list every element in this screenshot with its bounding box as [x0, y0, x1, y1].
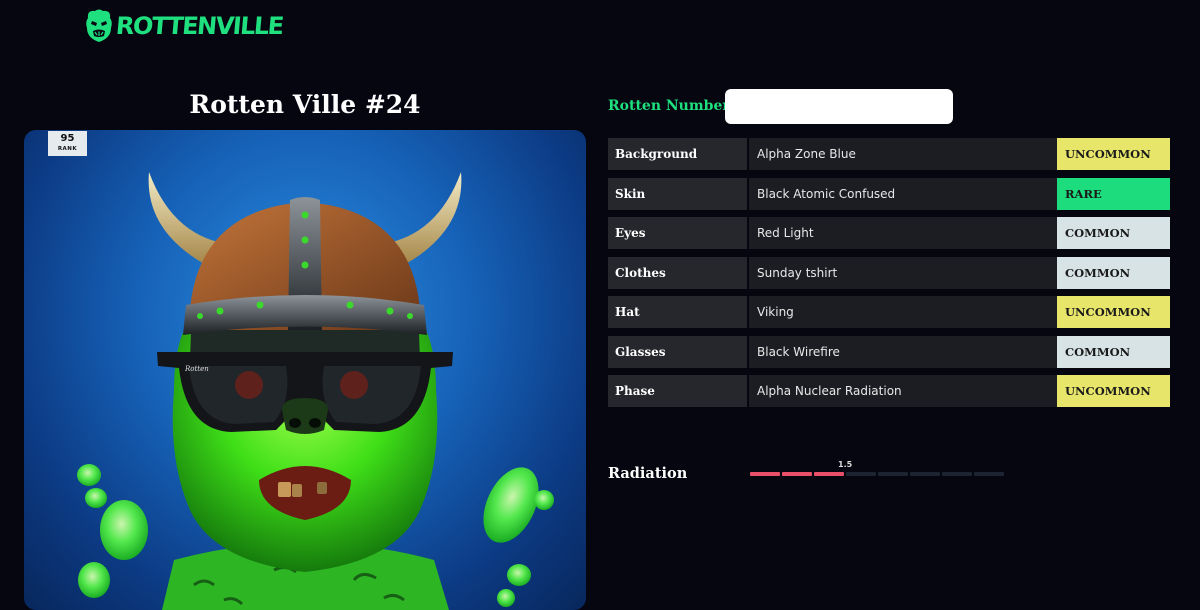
radiation-meter	[750, 472, 1004, 476]
trait-row-clothes: Clothes Sunday tshirt COMMON	[608, 256, 1170, 289]
logo-text: ROTTENVILLE	[114, 12, 284, 40]
trait-row-phase: Phase Alpha Nuclear Radiation UNCOMMON	[608, 375, 1170, 407]
radiation-segment	[942, 472, 972, 476]
gorilla-logo-icon	[86, 9, 112, 42]
rank-label: RANK	[57, 146, 78, 152]
trait-row-hat: Hat Viking UNCOMMON	[608, 296, 1170, 328]
radiation-label: Radiation	[608, 465, 688, 482]
trait-row-glasses: Glasses Black Wirefire COMMON	[608, 335, 1170, 368]
trait-row-background: Background Alpha Zone Blue UNCOMMON	[608, 138, 1170, 170]
trait-row-eyes: Eyes Red Light COMMON	[608, 217, 1170, 249]
logo[interactable]: ROTTENVILLE	[84, 8, 284, 44]
radiation-segment	[910, 472, 940, 476]
nft-title: Rotten Ville #24	[189, 90, 421, 119]
trait-row-skin: Skin Black Atomic Confused RARE	[608, 177, 1170, 210]
radiation-segment	[878, 472, 908, 476]
rank-number: 95	[60, 133, 75, 144]
trait-name: Clothes	[608, 256, 747, 289]
glasses-brand-text: Rotten	[184, 365, 209, 373]
trait-name: Hat	[608, 296, 747, 328]
nft-artwork: Rotten 95 RANK	[24, 130, 586, 610]
radiation-segment	[974, 472, 1004, 476]
rotten-number-input[interactable]	[725, 89, 953, 124]
trait-rarity-badge: COMMON	[1057, 335, 1170, 368]
trait-rarity-badge: UNCOMMON	[1057, 296, 1170, 328]
radiation-segment	[750, 472, 780, 476]
trait-name: Skin	[608, 177, 747, 210]
radiation-segment	[814, 472, 844, 476]
radiation-segment	[782, 472, 812, 476]
trait-rarity-badge: RARE	[1057, 177, 1170, 210]
trait-name: Glasses	[608, 335, 747, 368]
trait-value: Viking	[747, 296, 1057, 328]
radiation-segment	[846, 472, 876, 476]
trait-rarity-badge: UNCOMMON	[1057, 375, 1170, 407]
radiation-value: 1.5	[838, 460, 853, 469]
rotten-number-label: Rotten Number	[608, 98, 730, 114]
rank-badge: 95 RANK	[48, 131, 87, 156]
trait-name: Eyes	[608, 217, 747, 249]
trait-value: Red Light	[747, 217, 1057, 249]
trait-value: Black Wirefire	[747, 335, 1057, 368]
rotten-character-illustration: Rotten	[77, 172, 554, 610]
trait-value: Alpha Zone Blue	[747, 138, 1057, 170]
traits-table: Background Alpha Zone Blue UNCOMMON Skin…	[608, 138, 1170, 415]
trait-name: Background	[608, 138, 747, 170]
trait-value: Black Atomic Confused	[747, 177, 1057, 210]
trait-rarity-badge: UNCOMMON	[1057, 138, 1170, 170]
trait-rarity-badge: COMMON	[1057, 217, 1170, 249]
trait-name: Phase	[608, 375, 747, 407]
trait-rarity-badge: COMMON	[1057, 256, 1170, 289]
trait-value: Alpha Nuclear Radiation	[747, 375, 1057, 407]
trait-value: Sunday tshirt	[747, 256, 1057, 289]
